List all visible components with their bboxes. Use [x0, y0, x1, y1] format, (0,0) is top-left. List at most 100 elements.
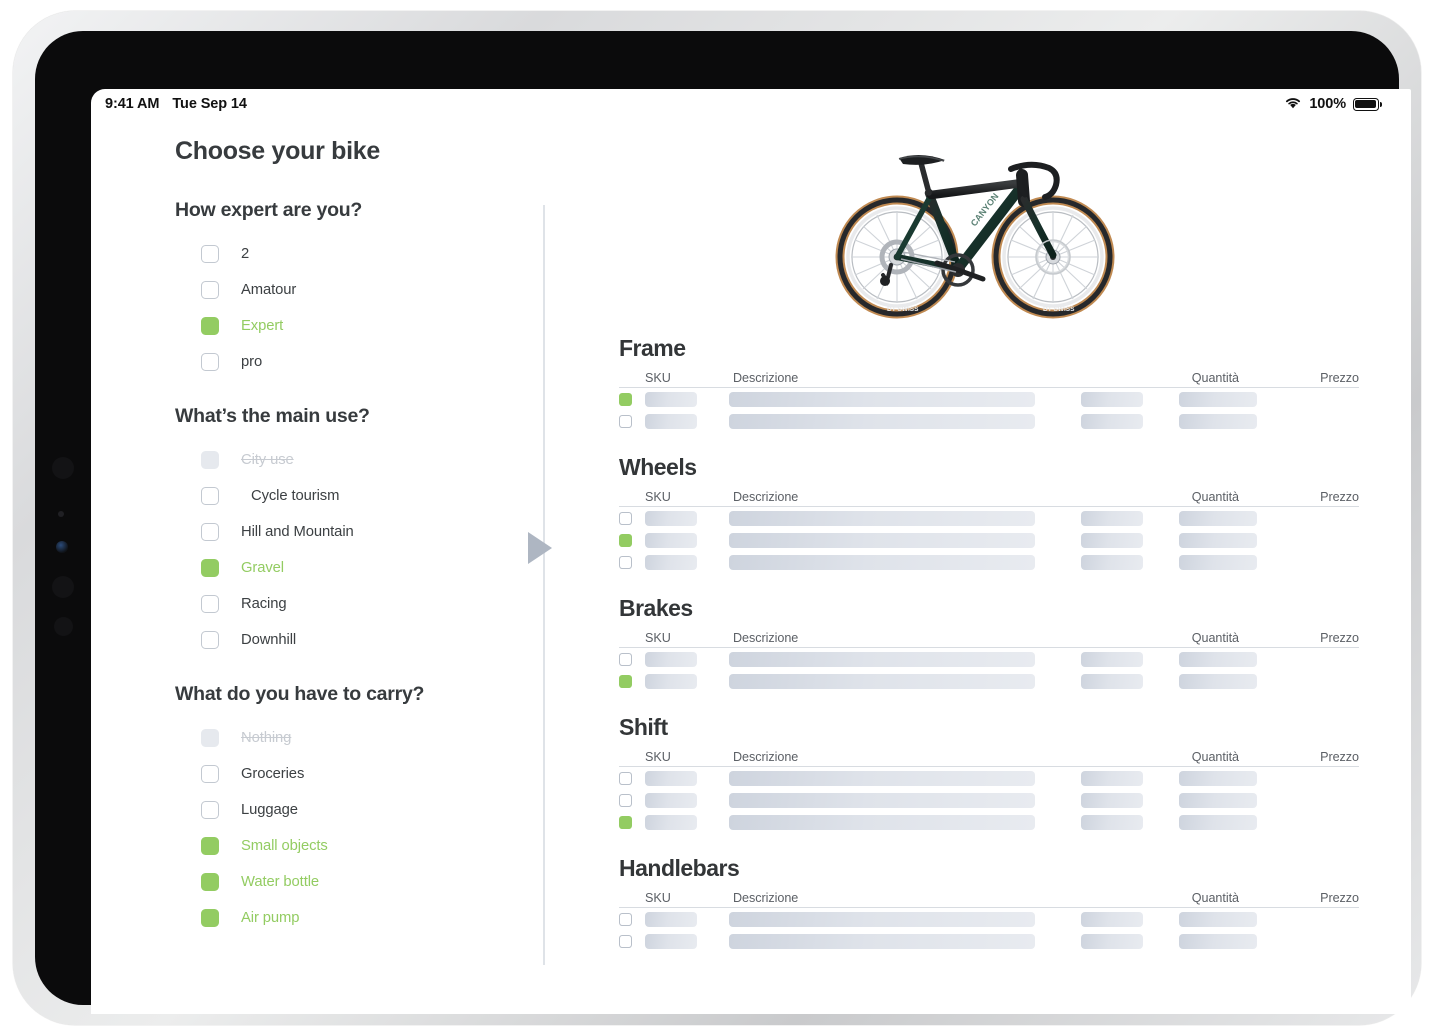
- option-label: Air pump: [241, 909, 300, 926]
- option-label: Water bottle: [241, 873, 320, 890]
- question-title: What do you have to carry?: [175, 683, 425, 705]
- checkbox-icon[interactable]: [201, 352, 219, 371]
- table-row[interactable]: [619, 930, 1359, 952]
- option-label: Cycle tourism: [251, 487, 340, 504]
- table-row[interactable]: [619, 388, 1359, 410]
- option-use-gravel[interactable]: Gravel: [173, 554, 543, 581]
- checkbox-icon[interactable]: [201, 800, 219, 819]
- checkbox-icon[interactable]: [201, 630, 219, 649]
- table-row[interactable]: [619, 811, 1359, 833]
- checkbox-icon[interactable]: [201, 280, 219, 299]
- table-row[interactable]: [619, 767, 1359, 789]
- table-row[interactable]: [619, 789, 1359, 811]
- option-carry-small-objects[interactable]: Small objects: [173, 832, 543, 859]
- checkbox-checked-icon[interactable]: [201, 908, 219, 927]
- section-title: Frame: [619, 335, 686, 361]
- skeleton-sku: [645, 933, 697, 949]
- option-use-downhill[interactable]: Downhill: [173, 626, 543, 653]
- skeleton-sku: [645, 911, 697, 927]
- skeleton-descrizione: [729, 770, 1035, 786]
- col-sku: SKU: [645, 490, 671, 504]
- checkbox-icon[interactable]: [201, 522, 219, 541]
- skeleton-quantita: [1081, 651, 1143, 667]
- option-use-cycle-tourism[interactable]: Cycle tourism: [173, 482, 543, 509]
- table-row[interactable]: [619, 648, 1359, 670]
- skeleton-quantita: [1081, 391, 1143, 407]
- row-checkbox-icon[interactable]: [619, 414, 632, 428]
- table-header: SKU Descrizione Quantità Prezzo: [619, 488, 1359, 507]
- gravel-bicycle-image: DT SWISS DT SWISS CANYON: [825, 141, 1125, 331]
- option-label: 2: [241, 245, 250, 262]
- checkbox-icon[interactable]: [201, 486, 219, 505]
- checkbox-icon[interactable]: [201, 244, 219, 263]
- option-expertise-pro[interactable]: pro: [173, 348, 543, 375]
- option-use-hill-and-mountain[interactable]: Hill and Mountain: [173, 518, 543, 545]
- row-checkbox-icon[interactable]: [619, 793, 632, 807]
- option-expertise-2[interactable]: 2: [173, 240, 543, 267]
- row-checkbox-checked-icon[interactable]: [619, 533, 632, 547]
- section-title: Shift: [619, 714, 668, 740]
- table-row[interactable]: [619, 410, 1359, 432]
- checkbox-disabled-icon: [201, 450, 219, 469]
- skeleton-quantita: [1081, 532, 1143, 548]
- skeleton-quantita: [1081, 911, 1143, 927]
- row-checkbox-checked-icon[interactable]: [619, 392, 632, 406]
- col-sku: SKU: [645, 891, 671, 905]
- row-checkbox-icon[interactable]: [619, 771, 632, 785]
- skeleton-prezzo: [1179, 651, 1257, 667]
- col-prezzo: Prezzo: [1320, 631, 1359, 645]
- checkbox-disabled-icon: [201, 728, 219, 747]
- row-checkbox-icon[interactable]: [619, 934, 632, 948]
- row-checkbox-icon[interactable]: [619, 652, 632, 666]
- skeleton-descrizione: [729, 510, 1035, 526]
- skeleton-sku: [645, 814, 697, 830]
- skeleton-prezzo: [1179, 391, 1257, 407]
- configurator-questions-panel: How expert are you? 2 Amatour Expert pro…: [173, 199, 543, 931]
- option-carry-groceries[interactable]: Groceries: [173, 760, 543, 787]
- wifi-icon: [1284, 96, 1302, 113]
- option-expertise-amatour[interactable]: Amatour: [173, 276, 543, 303]
- col-prezzo: Prezzo: [1320, 891, 1359, 905]
- checkbox-icon[interactable]: [201, 594, 219, 613]
- row-checkbox-icon[interactable]: [619, 555, 632, 569]
- skeleton-descrizione: [729, 814, 1035, 830]
- col-descrizione: Descrizione: [733, 371, 799, 385]
- row-checkbox-checked-icon[interactable]: [619, 674, 632, 688]
- row-checkbox-icon[interactable]: [619, 511, 632, 525]
- bezel-camera-lens: [56, 541, 68, 553]
- col-sku: SKU: [645, 750, 671, 764]
- row-checkbox-checked-icon[interactable]: [619, 815, 632, 829]
- table-row[interactable]: [619, 529, 1359, 551]
- option-carry-water-bottle[interactable]: Water bottle: [173, 868, 543, 895]
- skeleton-prezzo: [1179, 673, 1257, 689]
- checkbox-checked-icon[interactable]: [201, 558, 219, 577]
- battery-percent-label: 100%: [1309, 96, 1346, 112]
- table-row[interactable]: [619, 908, 1359, 930]
- checkbox-checked-icon[interactable]: [201, 316, 219, 335]
- skeleton-prezzo: [1179, 510, 1257, 526]
- question-group-main-use: What’s the main use? City use Cycle tour…: [173, 405, 543, 653]
- checkbox-checked-icon[interactable]: [201, 836, 219, 855]
- col-sku: SKU: [645, 371, 671, 385]
- table-row[interactable]: [619, 551, 1359, 573]
- skeleton-prezzo: [1179, 413, 1257, 429]
- checkbox-icon[interactable]: [201, 764, 219, 783]
- table-row[interactable]: [619, 507, 1359, 529]
- bezel-speaker-dot-3: [54, 617, 73, 636]
- option-carry-air-pump[interactable]: Air pump: [173, 904, 543, 931]
- option-expertise-expert[interactable]: Expert: [173, 312, 543, 339]
- skeleton-sku: [645, 532, 697, 548]
- table-row[interactable]: [619, 670, 1359, 692]
- skeleton-prezzo: [1179, 770, 1257, 786]
- col-descrizione: Descrizione: [733, 490, 799, 504]
- checkbox-checked-icon[interactable]: [201, 872, 219, 891]
- section-title: Wheels: [619, 454, 697, 480]
- bezel-speaker-dot: [52, 457, 74, 479]
- play-triangle-icon[interactable]: [528, 532, 552, 564]
- skeleton-sku: [645, 554, 697, 570]
- row-checkbox-icon[interactable]: [619, 912, 632, 926]
- option-use-racing[interactable]: Racing: [173, 590, 543, 617]
- option-carry-luggage[interactable]: Luggage: [173, 796, 543, 823]
- option-label: Small objects: [241, 837, 328, 854]
- skeleton-descrizione: [729, 673, 1035, 689]
